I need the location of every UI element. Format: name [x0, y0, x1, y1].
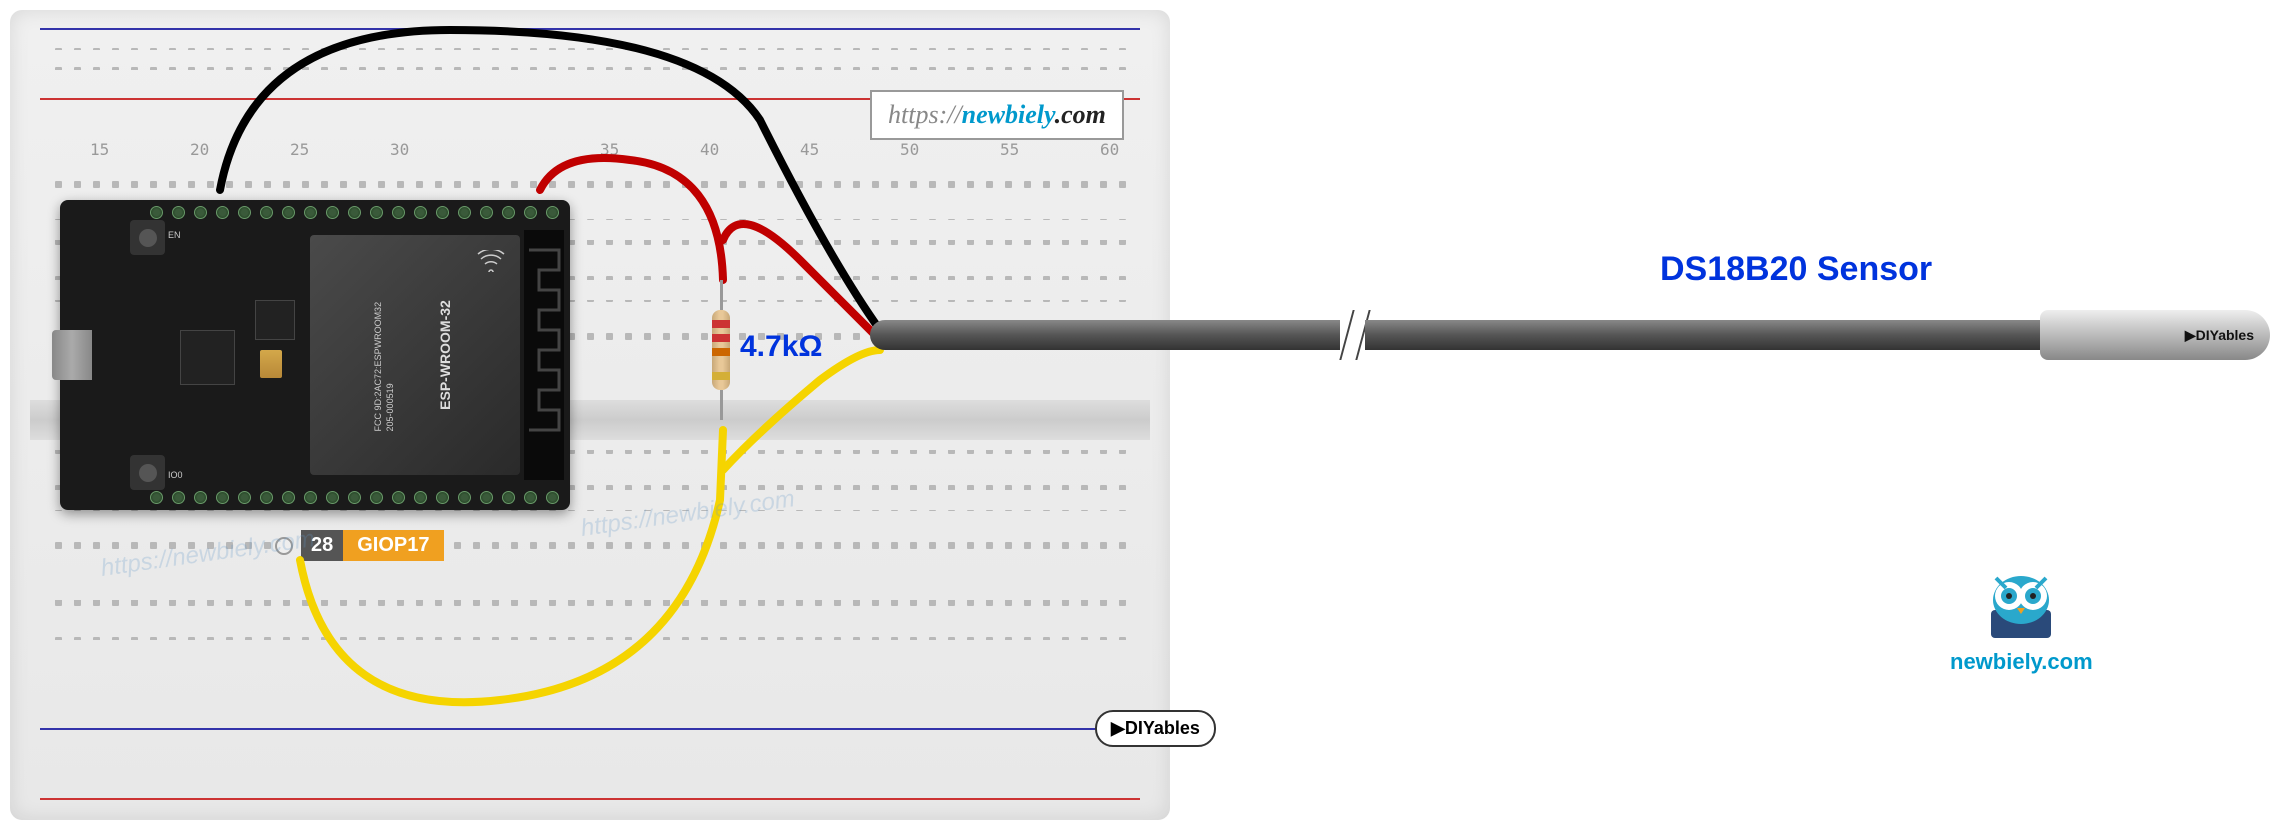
newbiely-logo: newbiely.com	[1950, 560, 2093, 675]
usb-port-icon	[52, 330, 92, 380]
esp32-top-pin-header	[150, 206, 559, 219]
wifi-icon	[477, 250, 505, 275]
wiring-diagram: 15 20 25 30 35 40 45 50 55 60	[0, 0, 2295, 833]
esp32-rf-shield: FCC 9D:2AC72:ESPWROOM32 205-000519 ESP-W…	[310, 235, 520, 475]
chip-icon	[180, 330, 235, 385]
sensor-label: DS18B20 Sensor	[1660, 250, 1932, 289]
pin-gpio-name: GIOP17	[343, 530, 443, 561]
esp32-model-label: ESP-WROOM-32	[437, 300, 453, 410]
en-button	[130, 220, 165, 255]
pullup-resistor	[712, 280, 730, 420]
antenna-icon	[524, 230, 564, 480]
io0-label: IO0	[168, 470, 183, 480]
source-url: https://newbiely.com	[870, 90, 1124, 140]
esp32-module-text: FCC 9D:2AC72:ESPWROOM32 205-000519	[373, 302, 396, 432]
resistor-value-label: 4.7kΩ	[740, 330, 822, 364]
newbiely-text: newbiely.com	[1950, 649, 2093, 675]
esp32-bottom-pin-header	[150, 491, 559, 504]
en-label: EN	[168, 230, 181, 240]
sensor-cable: ▶DIYables	[870, 310, 2270, 360]
owl-icon	[1971, 560, 2071, 640]
diyables-badge: ▶DIYables	[1095, 710, 1216, 747]
chip-icon	[255, 300, 295, 340]
capacitor-icon	[260, 350, 282, 378]
esp32-board: EN IO0 FCC 9D:2AC72:ESPWROOM32 205-00051…	[60, 200, 570, 510]
sensor-brand: ▶DIYables	[2185, 327, 2254, 344]
io0-button	[130, 455, 165, 490]
sensor-probe-icon: ▶DIYables	[2040, 310, 2270, 360]
